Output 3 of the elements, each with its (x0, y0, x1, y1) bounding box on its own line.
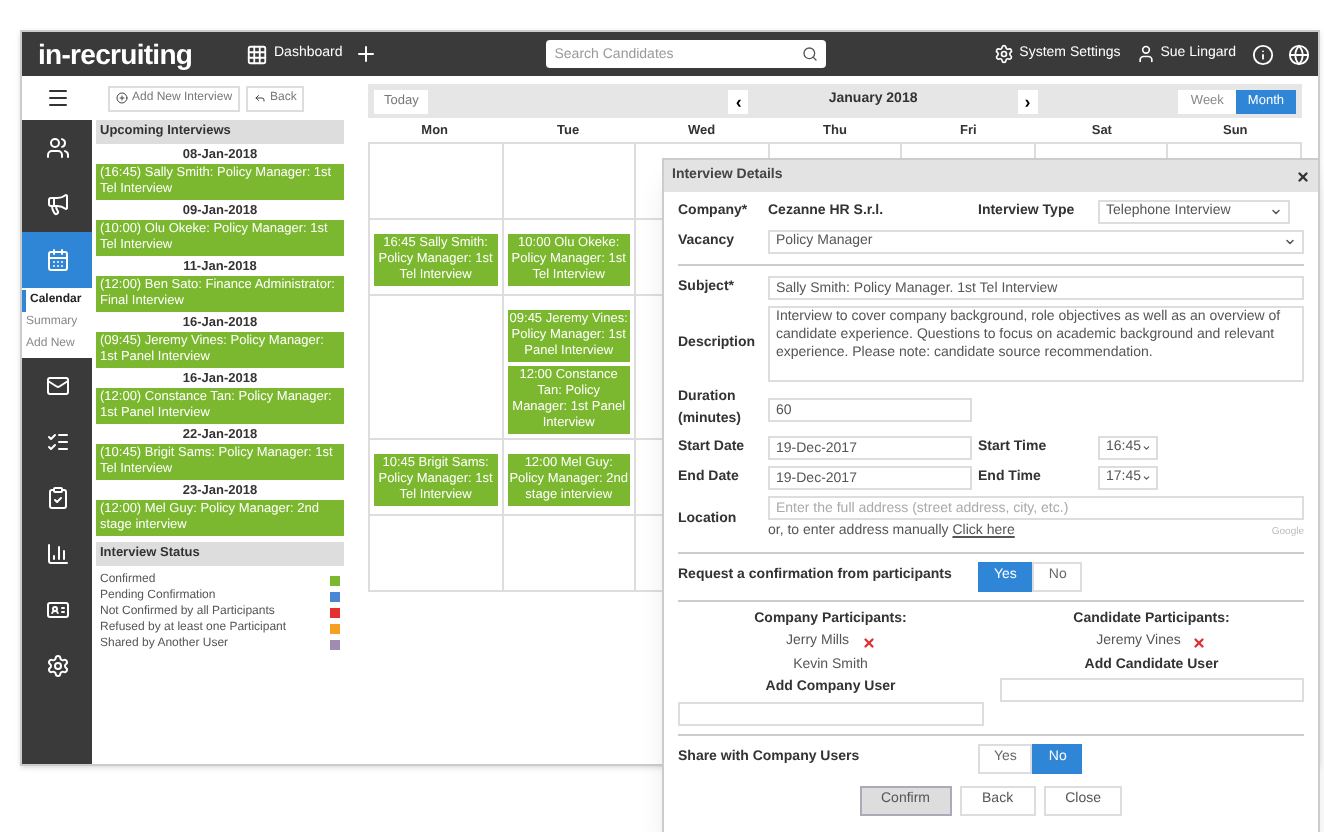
logo[interactable]: in-recruiting (22, 40, 222, 68)
previous-button[interactable]: ‹ (728, 89, 749, 113)
next-button[interactable]: › (1017, 89, 1038, 113)
